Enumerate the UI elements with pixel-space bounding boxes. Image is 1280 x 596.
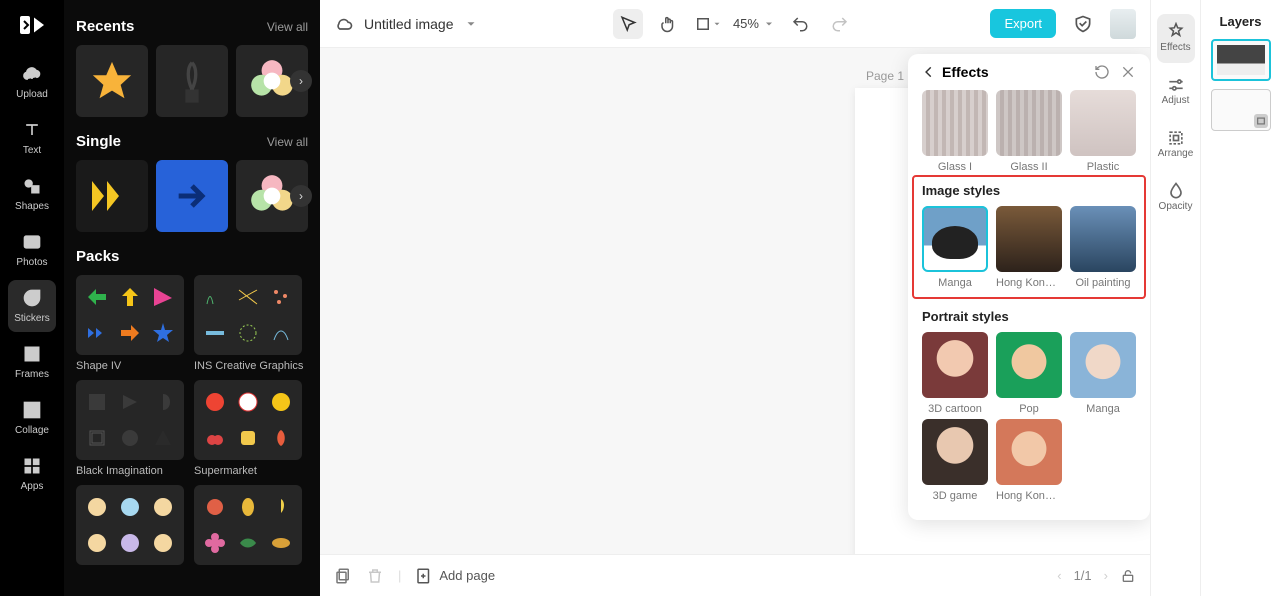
single-sticker-arrow[interactable] [156,160,228,232]
section-title: Portrait styles [922,309,1136,324]
rt-arrange[interactable]: Arrange [1157,120,1195,169]
next-page-icon[interactable]: › [1104,568,1108,583]
nav-label: Photos [16,257,47,268]
nav-label: Stickers [14,313,50,324]
fx-oilpaint[interactable]: Oil painting [1070,206,1136,289]
pack-shape-iv[interactable] [76,275,184,355]
effects-panel: Effects Glass I Glass II Plastic Image s… [908,54,1150,520]
recent-sticker-star[interactable] [76,45,148,117]
pack-nature[interactable] [194,485,302,565]
reset-icon[interactable] [1094,64,1110,80]
fx-ps-hongkong[interactable]: Hong Kong ... [996,419,1062,502]
cloud-icon [334,14,354,34]
page-indicator: 1/1 [1074,568,1092,583]
pack-label: Black Imagination [76,465,184,477]
fx-glass-2[interactable]: Glass II [996,90,1062,173]
rt-opacity[interactable]: Opacity [1157,173,1195,222]
add-page-button[interactable]: Add page [415,567,495,585]
fx-glass-1[interactable]: Glass I [922,90,988,173]
canvas[interactable]: Page 1 Effects [320,48,1150,596]
zoom-level[interactable]: 45% [733,16,775,31]
user-avatar[interactable] [1110,9,1136,39]
nav-upload[interactable]: Upload [8,56,56,108]
crop-tool[interactable] [693,9,723,39]
pack-black-imagination[interactable] [76,380,184,460]
page-label: Page 1 [866,69,904,83]
lock-icon[interactable] [1120,568,1136,584]
layers-panel: Layers [1200,0,1280,596]
chevron-down-icon[interactable] [464,17,478,31]
nav-label: Upload [16,89,48,100]
fx-plastic[interactable]: Plastic [1070,90,1136,173]
section-title: Packs [76,248,119,265]
view-all-link[interactable]: View all [267,20,308,34]
layer-thumb-image[interactable] [1211,39,1271,81]
duplicate-page-icon[interactable] [334,567,352,585]
pack-ins-creative[interactable] [194,275,302,355]
rt-adjust[interactable]: Adjust [1157,67,1195,116]
select-tool[interactable] [613,9,643,39]
single-sticker-chevrons[interactable] [76,160,148,232]
effects-title: Effects [942,64,989,80]
pack-label: Shape IV [76,360,184,372]
redo-button[interactable] [825,9,855,39]
hand-tool[interactable] [653,9,683,39]
carousel-next-icon[interactable]: › [290,185,312,207]
nav-text[interactable]: Text [8,112,56,164]
rt-effects[interactable]: Effects [1157,14,1195,63]
section-title: Recents [76,18,134,35]
pack-avatars[interactable] [76,485,184,565]
doc-title[interactable]: Untitled image [364,16,454,32]
back-icon[interactable] [922,65,936,79]
pack-label: INS Creative Graphics [194,360,303,372]
fx-ps-manga[interactable]: Manga [1070,332,1136,415]
delete-page-icon[interactable] [366,567,384,585]
fx-pop[interactable]: Pop [996,332,1062,415]
fx-3dgame[interactable]: 3D game [922,419,988,502]
nav-apps[interactable]: Apps [8,448,56,500]
fx-manga[interactable]: Manga [922,206,988,289]
app-logo[interactable] [12,10,52,40]
left-nav: Upload Text Shapes Photos Stickers Frame… [0,0,64,596]
nav-frames[interactable]: Frames [8,336,56,388]
nav-label: Text [23,145,41,156]
nav-label: Frames [15,369,49,380]
nav-shapes[interactable]: Shapes [8,168,56,220]
close-icon[interactable] [1120,64,1136,80]
stickers-panel: Recents View all › Single View all › Pac… [64,0,320,596]
nav-photos[interactable]: Photos [8,224,56,276]
nav-collage[interactable]: Collage [8,392,56,444]
nav-stickers[interactable]: Stickers [8,280,56,332]
carousel-next-icon[interactable]: › [290,70,312,92]
recent-sticker-plant[interactable] [156,45,228,117]
pack-supermarket[interactable] [194,380,302,460]
undo-button[interactable] [785,9,815,39]
top-bar: Untitled image 45% Export [320,0,1150,48]
view-all-link[interactable]: View all [267,135,308,149]
pack-label: Supermarket [194,465,302,477]
nav-label: Shapes [15,201,49,212]
image-styles-highlight: Image styles Manga Hong Kong ... Oil pai… [912,175,1146,299]
layer-thumb-bg[interactable] [1211,89,1271,131]
section-title: Image styles [922,183,1136,198]
main-area: Untitled image 45% Export Page 1 [320,0,1150,596]
prev-page-icon[interactable]: ‹ [1057,568,1061,583]
nav-label: Collage [15,425,49,436]
nav-label: Apps [21,481,44,492]
right-toolbar: Effects Adjust Arrange Opacity [1150,0,1200,596]
fx-hongkong[interactable]: Hong Kong ... [996,206,1062,289]
section-title: Single [76,133,121,150]
bottom-bar: | Add page ‹ 1/1 › [320,554,1150,596]
layers-title: Layers [1220,14,1262,29]
fx-3dcartoon[interactable]: 3D cartoon [922,332,988,415]
export-button[interactable]: Export [990,9,1056,38]
shield-icon[interactable] [1068,9,1098,39]
